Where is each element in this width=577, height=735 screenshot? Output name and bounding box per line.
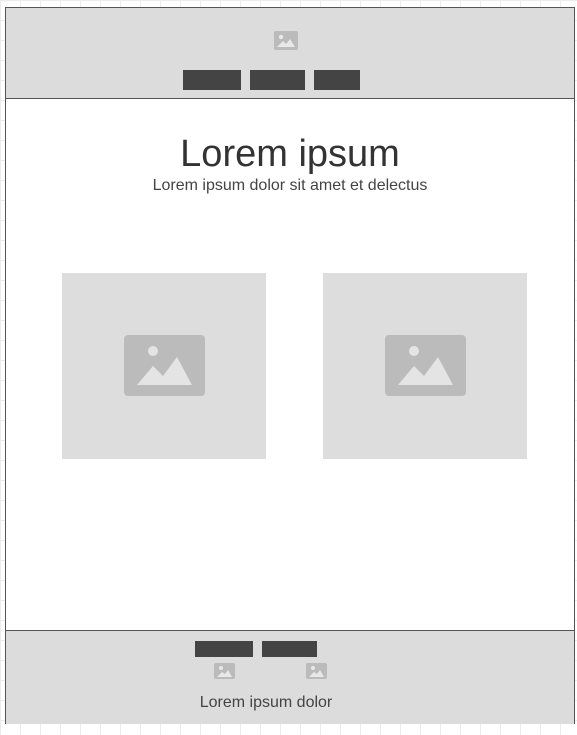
footer-text: Lorem ipsum dolor bbox=[199, 694, 333, 711]
nav-button-3[interactable] bbox=[314, 70, 360, 90]
image-placeholder-icon bbox=[124, 335, 205, 396]
page-frame: Lorem ipsum Lorem ipsum dolor sit amet e… bbox=[5, 7, 575, 724]
footer-image-icon-2 bbox=[306, 663, 327, 679]
footer: Lorem ipsum dolor bbox=[6, 630, 574, 724]
nav-button-1[interactable] bbox=[183, 70, 241, 90]
image-placeholder-2 bbox=[323, 273, 527, 459]
image-placeholder-icon bbox=[385, 335, 466, 396]
hero-title: Lorem ipsum bbox=[180, 133, 400, 175]
header bbox=[6, 8, 574, 99]
nav-button-2[interactable] bbox=[250, 70, 305, 90]
footer-button-2[interactable] bbox=[262, 641, 317, 657]
footer-button-1[interactable] bbox=[195, 641, 253, 657]
footer-image-icon-1 bbox=[214, 663, 235, 679]
image-placeholder-1 bbox=[62, 273, 266, 459]
logo-image-icon bbox=[274, 31, 298, 50]
hero-subtitle: Lorem ipsum dolor sit amet et delectus bbox=[152, 177, 428, 194]
